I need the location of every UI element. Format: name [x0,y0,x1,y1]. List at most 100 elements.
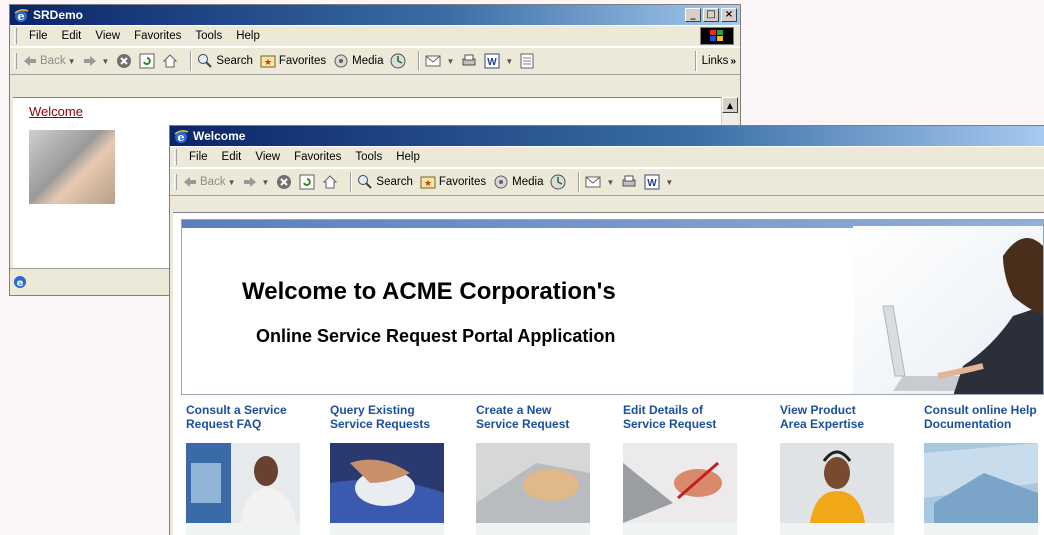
hand-keyboard-image [29,130,115,204]
back-button[interactable]: Back ▼ [23,55,76,67]
favorites-button[interactable]: ★ Favorites [260,54,326,68]
forward-arrow-icon [243,177,256,187]
edit-request-link[interactable]: Edit Details of Service Request [623,403,763,435]
mail-icon [585,176,601,188]
ie-logo-icon: e [174,130,189,144]
svg-text:★: ★ [264,57,272,67]
ie-logo-icon: e [14,9,29,23]
card-shadow [623,523,737,535]
menu-edit[interactable]: Edit [216,151,250,163]
back-arrow-icon [184,177,196,187]
menu-view[interactable]: View [89,30,128,42]
home-icon[interactable] [322,174,338,190]
srdemo-menu-bar: File Edit View Favorites Tools Help [10,25,740,47]
search-icon [198,54,213,68]
minimize-button[interactable]: _ [685,8,701,22]
create-link-card[interactable]: Create a New Service Request [476,403,616,535]
favorites-icon: ★ [260,55,276,68]
menu-help[interactable]: Help [390,151,428,163]
back-arrow-icon [24,56,36,66]
menu-file[interactable]: File [183,151,216,163]
favorites-label: Favorites [438,176,487,188]
back-button[interactable]: Back ▼ [183,176,236,188]
history-icon[interactable] [390,53,406,69]
mail-icon [425,55,441,67]
faq-link-card[interactable]: Consult a Service Request FAQ [186,403,326,535]
srdemo-title-bar[interactable]: e SRDemo _ □ × [10,5,740,25]
toolbar-separator [694,51,697,71]
home-icon[interactable] [162,53,178,69]
media-button[interactable]: Media [333,53,383,69]
menu-favorites[interactable]: Favorites [128,30,189,42]
expertise-link-card[interactable]: View Product Area Expertise [780,403,920,535]
menu-help[interactable]: Help [230,30,268,42]
svg-text:★: ★ [424,178,432,188]
hand-keyboard-image[interactable] [476,443,590,523]
menu-edit[interactable]: Edit [56,30,90,42]
menu-favorites[interactable]: Favorites [288,151,349,163]
menu-tools[interactable]: Tools [349,151,390,163]
print-icon[interactable] [621,174,637,190]
back-label: Back [200,176,226,188]
stop-icon[interactable] [116,53,132,69]
svg-text:W: W [648,178,658,189]
scroll-up-button[interactable]: ▲ [722,97,738,113]
help-link-card[interactable]: Consult online Help Documentation [924,403,1044,535]
welcome-link[interactable]: Welcome [29,104,83,119]
toolbar-grip[interactable] [14,53,17,69]
toolbar-grip[interactable] [174,174,177,190]
product-expertise-link[interactable]: View Product Area Expertise [780,403,920,435]
card-shadow [924,523,1038,535]
media-label: Media [512,176,544,188]
welcome-window[interactable]: e Welcome File Edit View Favorites Tools… [169,125,1044,535]
faq-link[interactable]: Consult a Service Request FAQ [186,403,326,435]
online-help-link[interactable]: Consult online Help Documentation [924,403,1044,435]
links-button[interactable]: Links» [702,55,736,67]
media-button[interactable]: Media [493,174,543,190]
search-label: Search [216,55,253,67]
hero-subtitle: Online Service Request Portal Applicatio… [256,326,616,346]
welcome-title-bar[interactable]: e Welcome [170,126,1044,146]
menu-file[interactable]: File [23,30,56,42]
srdemo-window-title: SRDemo [33,8,84,22]
stop-icon[interactable] [276,174,292,190]
favorites-button[interactable]: ★ Favorites [420,175,486,189]
history-icon[interactable] [550,174,566,190]
woman-computer-image[interactable] [186,443,300,523]
svg-text:W: W [488,57,498,68]
forward-button[interactable]: ▼ [243,176,269,188]
hand-writing-image[interactable] [623,443,737,523]
print-icon[interactable] [461,53,477,69]
menu-grip[interactable] [174,149,177,165]
forward-button[interactable]: ▼ [83,55,109,67]
toolbar-separator [418,51,421,71]
documentation-image[interactable] [924,443,1038,523]
close-button[interactable]: × [721,8,737,22]
maximize-button[interactable]: □ [703,8,719,22]
refresh-icon[interactable] [139,53,155,69]
search-button[interactable]: Search [357,174,413,190]
refresh-icon[interactable] [299,174,315,190]
edit-icon: W [644,174,660,190]
windows-flag-icon [700,27,734,45]
headset-agent-image[interactable] [780,443,894,523]
create-request-link[interactable]: Create a New Service Request [476,403,616,435]
query-link-card[interactable]: Query Existing Service Requests [330,403,470,535]
woman-laptop-image [853,226,1043,394]
favorites-icon: ★ [420,176,436,189]
mail-button[interactable]: ▼ [425,53,454,69]
discuss-icon[interactable] [520,53,534,69]
card-shadow [780,523,894,535]
menu-tools[interactable]: Tools [189,30,230,42]
menu-view[interactable]: View [249,151,288,163]
search-button[interactable]: Search [197,53,253,69]
mail-button[interactable]: ▼ [585,174,614,190]
query-requests-link[interactable]: Query Existing Service Requests [330,403,470,435]
edit-button[interactable]: W ▼ [644,174,673,190]
forward-arrow-icon [83,56,96,66]
hero-title: Welcome to ACME Corporation's [242,278,616,305]
mouse-hand-image[interactable] [330,443,444,523]
menu-grip[interactable] [14,28,17,44]
edit-button[interactable]: W ▼ [484,53,513,69]
edit-link-card[interactable]: Edit Details of Service Request [623,403,763,535]
